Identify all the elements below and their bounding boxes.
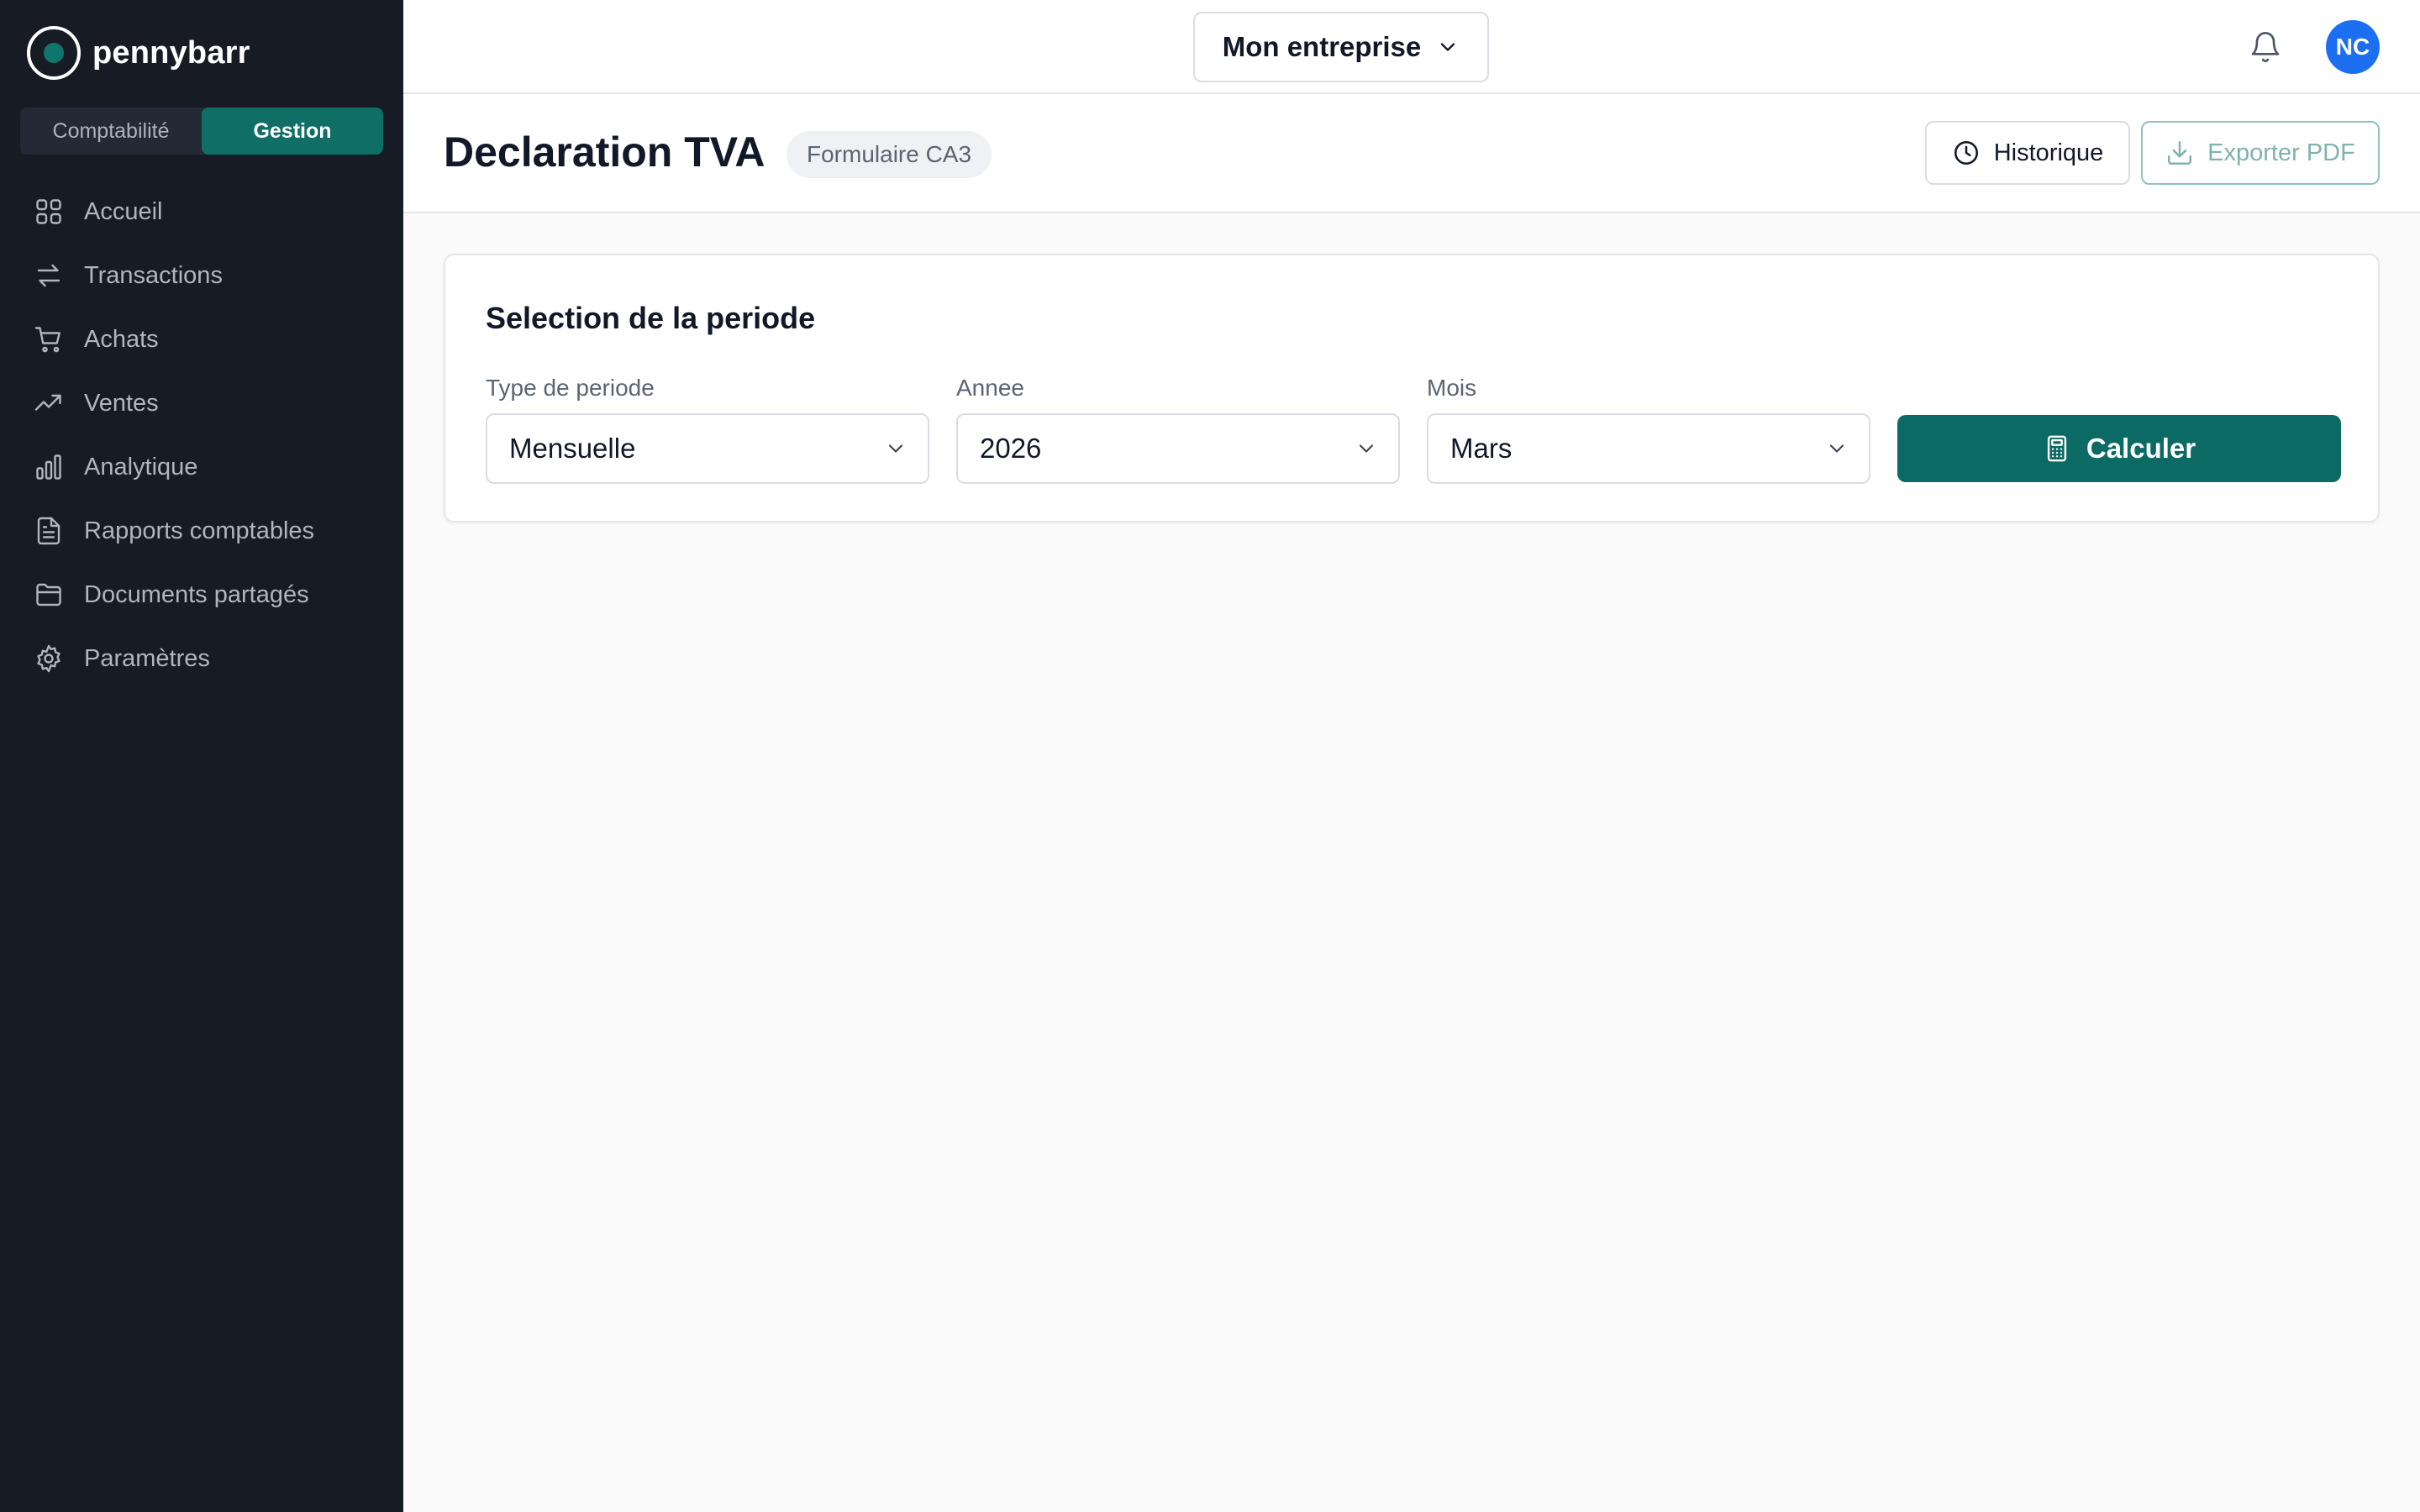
sidebar-item-label: Transactions	[84, 261, 223, 289]
company-selector[interactable]: Mon entreprise	[1193, 12, 1489, 82]
field-label: Type de periode	[486, 375, 655, 401]
clock-icon	[1954, 140, 1978, 165]
period-type-select[interactable]: Mensuelle	[486, 413, 929, 484]
sidebar-item-label: Achats	[84, 325, 159, 353]
arrows-exchange-icon	[37, 264, 60, 287]
year-select[interactable]: 2026	[956, 413, 1400, 484]
calculate-button[interactable]: Calculer	[1897, 415, 2341, 482]
sidebar-item-analytique[interactable]: Analytique	[0, 435, 403, 499]
month-select[interactable]: Mars	[1427, 413, 1870, 484]
app-root: pennybarr Comptabilité Gestion Accueil T…	[0, 0, 2420, 1512]
sidebar: pennybarr Comptabilité Gestion Accueil T…	[0, 0, 403, 1512]
shopping-cart-icon	[34, 327, 60, 353]
chevron-down-icon	[1441, 43, 1455, 51]
mode-gestion[interactable]: Gestion	[202, 108, 383, 155]
sidebar-item-achats[interactable]: Achats	[0, 307, 403, 371]
sidebar-item-label: Accueil	[84, 197, 163, 225]
chevron-down-icon	[1829, 444, 1844, 453]
card-title: Selection de la periode	[486, 301, 816, 335]
sidebar-item-parametres[interactable]: Paramètres	[0, 627, 403, 690]
sidebar-item-transactions[interactable]: Transactions	[0, 244, 403, 307]
file-text-icon	[37, 517, 60, 545]
calculate-label: Calculer	[2086, 433, 2196, 464]
select-value: Mars	[1450, 433, 1512, 464]
brand[interactable]: pennybarr	[27, 26, 250, 80]
history-button[interactable]: Historique	[1925, 121, 2130, 185]
form-badge: Formulaire CA3	[786, 131, 992, 178]
history-label: Historique	[1993, 139, 2104, 166]
sidebar-item-label: Paramètres	[84, 644, 210, 672]
sidebar-item-accueil[interactable]: Accueil	[0, 180, 403, 244]
gear-icon	[37, 644, 60, 673]
sidebar-item-documents-partages[interactable]: Documents partagés	[0, 563, 403, 627]
sidebar-item-rapports-comptables[interactable]: Rapports comptables	[0, 499, 403, 563]
field-label: Annee	[956, 375, 1024, 401]
field-label: Mois	[1427, 375, 1477, 401]
mode-comptabilite[interactable]: Comptabilité	[20, 108, 202, 155]
bar-chart-icon	[36, 454, 61, 480]
folder-icon	[36, 583, 61, 606]
grid-icon	[36, 199, 61, 224]
month-field: Mois Mars	[1427, 373, 1870, 484]
export-pdf-button[interactable]: Exporter PDF	[2141, 121, 2380, 185]
company-name: Mon entreprise	[1222, 31, 1422, 62]
sidebar-nav: Accueil Transactions Achats Ventes Analy…	[0, 180, 403, 690]
calculator-icon	[2047, 435, 2066, 462]
avatar[interactable]: NC	[2326, 20, 2380, 74]
bell-icon[interactable]	[2249, 30, 2282, 64]
select-value: 2026	[980, 433, 1042, 464]
select-value: Mensuelle	[509, 433, 636, 464]
page-header: Declaration TVA Formulaire CA3 Historiqu…	[403, 94, 2420, 213]
year-field: Annee 2026	[956, 373, 1400, 484]
brand-logo-icon	[27, 26, 81, 80]
sidebar-item-label: Ventes	[84, 389, 159, 417]
chevron-down-icon	[1359, 444, 1374, 453]
sidebar-item-label: Documents partagés	[84, 580, 309, 608]
download-icon	[2168, 140, 2192, 165]
topbar: Mon entreprise NC	[403, 0, 2420, 94]
brand-name: pennybarr	[92, 34, 250, 71]
trending-up-icon	[34, 394, 61, 411]
sidebar-item-label: Analytique	[84, 453, 198, 480]
page-title: Declaration TVA	[444, 129, 765, 176]
chevron-down-icon	[888, 444, 903, 453]
period-selection-card: Selection de la periode Type de periode …	[444, 254, 2380, 522]
sidebar-item-ventes[interactable]: Ventes	[0, 371, 403, 435]
sidebar-item-label: Rapports comptables	[84, 517, 315, 544]
mode-switch: Comptabilité Gestion	[20, 108, 383, 155]
export-pdf-label: Exporter PDF	[2207, 139, 2355, 166]
period-type-field: Type de periode Mensuelle	[486, 373, 929, 484]
